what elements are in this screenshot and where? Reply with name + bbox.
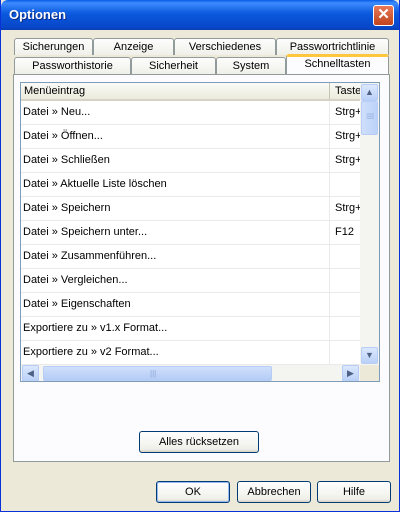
shortcut-key-cell[interactable]: Strg+N [331,101,360,124]
table-row[interactable]: Datei » Eigenschaften [21,293,360,317]
menu-item-cell: Datei » Speichern [21,197,330,220]
shortcut-key-cell[interactable] [331,173,360,196]
menu-item-cell: Datei » Neu... [21,101,330,124]
scroll-left-button[interactable]: ◀ [22,365,39,381]
vertical-scrollbar[interactable]: ▲ ||| ▼ [360,83,379,365]
menu-item-cell: Datei » Öffnen... [21,125,330,148]
shortcut-key-cell[interactable]: Strg+W [331,149,360,172]
table-row[interactable]: Datei » Speichern unter... F12 [21,221,360,245]
menu-item-cell: Exportiere zu » v2 Format... [21,341,330,364]
table-row[interactable]: Datei » SchließenStrg+W [21,149,360,173]
tab-strip: Sicherungen Anzeige Verschiedenes Passwo… [14,38,389,74]
shortcut-key-cell[interactable]: F12 [331,221,360,244]
tab-schnelltasten[interactable]: Schnelltasten [286,54,389,74]
shortcut-key-cell[interactable]: Strg+S [331,197,360,220]
arrow-up-icon: ▲ [365,87,374,97]
window-title: Optionen [9,7,67,22]
tab-sicherheit[interactable]: Sicherheit [131,57,216,74]
table-row[interactable]: Datei » SpeichernStrg+S [21,197,360,221]
close-icon: ✕ [377,6,390,23]
tab-passwortrichtlinie[interactable]: Passwortrichtlinie [276,38,389,55]
menu-item-cell: Datei » Eigenschaften [21,293,330,316]
table-row[interactable]: Datei » Aktuelle Liste löschen [21,173,360,197]
menu-item-cell: Datei » Aktuelle Liste löschen [21,173,330,196]
scroll-down-button[interactable]: ▼ [361,347,378,364]
grip-icon: ||| [366,113,375,120]
list-header: Menüeintrag Taste [21,83,360,101]
arrow-left-icon: ◀ [27,368,34,378]
column-header-menu-item[interactable]: Menüeintrag [21,83,330,99]
tab-sicherungen[interactable]: Sicherungen [14,38,93,55]
menu-item-cell: Exportiere zu » v1.x Format... [21,317,330,340]
reset-all-button[interactable]: Alles rücksetzen [139,431,259,453]
cancel-button[interactable]: Abbrechen [237,481,311,503]
horizontal-scroll-thumb[interactable]: ||| [43,366,272,381]
title-bar[interactable]: Optionen ✕ [1,0,399,30]
arrow-down-icon: ▼ [365,350,374,360]
menu-item-cell: Datei » Schließen [21,149,330,172]
vertical-scroll-thumb[interactable]: ||| [361,101,378,135]
scroll-right-button[interactable]: ▶ [342,365,359,381]
arrow-right-icon: ▶ [347,368,354,378]
table-row[interactable]: Exportiere zu » v1.x Format... [21,317,360,341]
help-button[interactable]: Hilfe [317,481,391,503]
horizontal-scrollbar[interactable]: ◀ ||| ▶ [21,365,360,381]
scrollbar-corner [360,365,379,381]
close-button[interactable]: ✕ [373,5,394,26]
ok-button[interactable]: OK [156,481,230,503]
table-row[interactable]: Datei » Vergleichen... [21,269,360,293]
scroll-up-button[interactable]: ▲ [361,84,378,101]
shortcut-key-cell[interactable] [331,245,360,268]
shortcut-key-cell[interactable] [331,341,360,364]
table-row[interactable]: Exportiere zu » v2 Format... [21,341,360,365]
shortcut-key-cell[interactable] [331,293,360,316]
shortcut-key-cell[interactable] [331,269,360,292]
menu-item-cell: Datei » Vergleichen... [21,269,330,292]
table-row[interactable]: Datei » Neu...Strg+N [21,101,360,125]
shortcut-list[interactable]: Menüeintrag Taste Datei » Neu...Strg+NDa… [20,82,380,382]
tab-verschiedenes[interactable]: Verschiedenes [174,38,276,55]
tab-passworthistorie[interactable]: Passworthistorie [14,57,131,74]
shortcut-key-cell[interactable] [331,317,360,340]
grip-icon: ||| [150,369,157,378]
menu-item-cell: Datei » Zusammenführen... [21,245,330,268]
menu-item-cell: Datei » Speichern unter... [21,221,330,244]
shortcut-key-cell[interactable]: Strg+O [331,125,360,148]
table-row[interactable]: Datei » Zusammenführen... [21,245,360,269]
table-row[interactable]: Datei » Öffnen...Strg+O [21,125,360,149]
options-dialog: Optionen ✕ Sicherungen Anzeige Verschied… [0,0,400,512]
tab-anzeige[interactable]: Anzeige [93,38,174,55]
column-header-key[interactable]: Taste [331,83,360,99]
tab-system[interactable]: System [216,57,286,74]
